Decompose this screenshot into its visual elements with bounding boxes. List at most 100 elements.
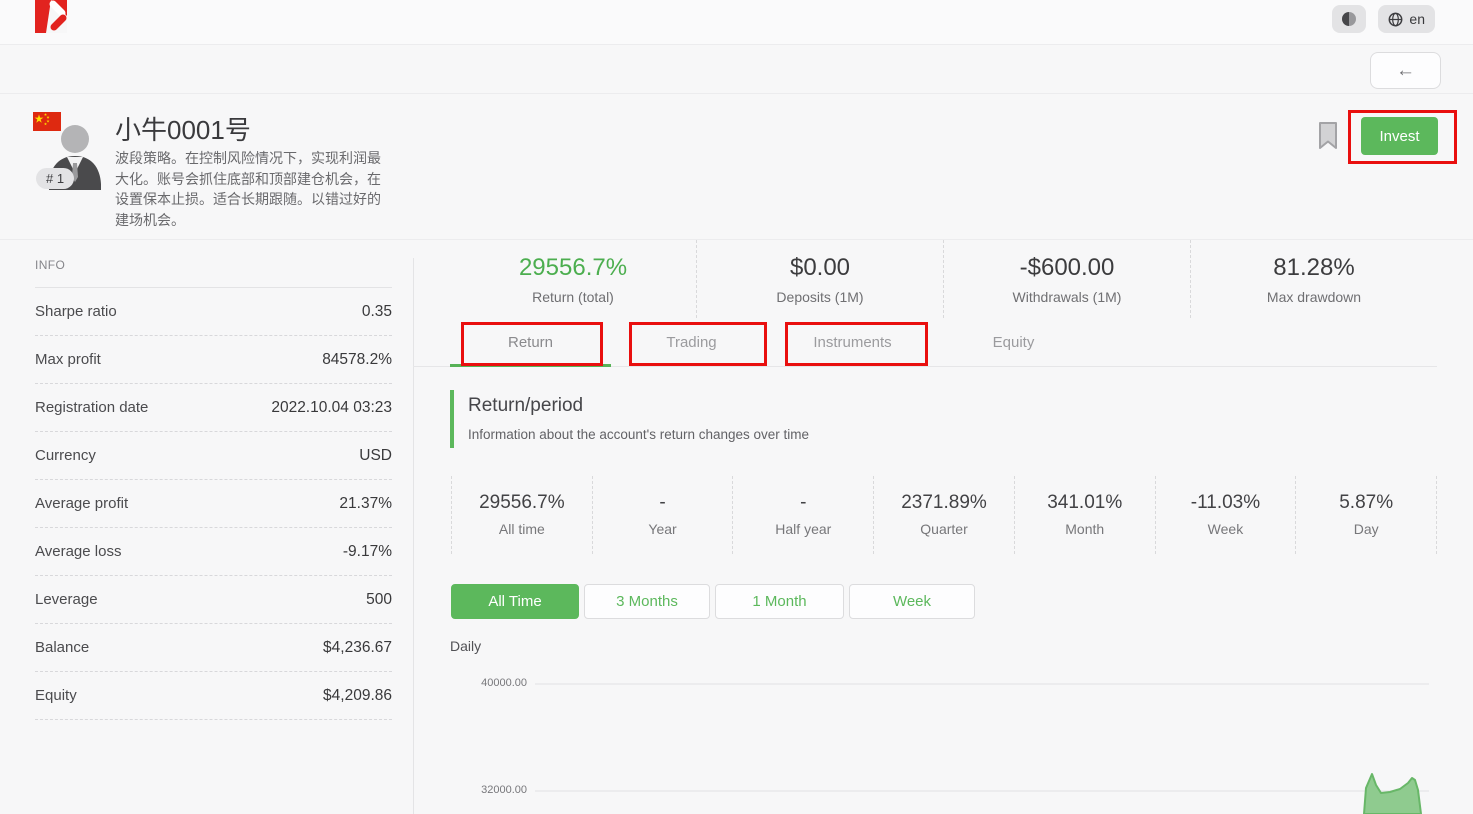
period-value: -	[733, 492, 873, 514]
info-value: 2022.10.04 03:23	[271, 399, 392, 417]
period-year: - Year	[592, 476, 733, 554]
info-label: Balance	[35, 639, 89, 656]
info-label: Max profit	[35, 351, 101, 368]
info-row-sharpe-ratio: Sharpe ratio 0.35	[35, 288, 392, 336]
main-panel: 29556.7% Return (total) $0.00 Deposits (1M…	[413, 240, 1473, 814]
return-area-chart	[430, 655, 1473, 814]
period-label: Year	[593, 521, 733, 537]
active-tab-underline	[450, 364, 611, 367]
info-label: Sharpe ratio	[35, 303, 117, 320]
info-value: USD	[359, 447, 392, 465]
profile-section: # 1 小牛0001号 波段策略。在控制风险情况下，实现利润最大化。账号会抓住底…	[0, 94, 1473, 240]
stat-return-total: 29556.7% Return (total)	[450, 240, 696, 318]
frequency-label: Daily	[450, 638, 481, 654]
stat-value: 29556.7%	[450, 254, 696, 282]
period-value: -	[593, 492, 733, 514]
range-button-all-time[interactable]: All Time	[451, 584, 579, 619]
content-area: INFO Sharpe ratio 0.35 Max profit 84578.2%…	[0, 240, 1473, 814]
contrast-icon	[1342, 12, 1356, 26]
stat-label: Max drawdown	[1191, 289, 1437, 305]
language-label: en	[1409, 11, 1425, 27]
period-day: 5.87% Day	[1295, 476, 1436, 554]
info-row-registration-date: Registration date 2022.10.04 03:23	[35, 384, 392, 432]
stat-value: $0.00	[697, 254, 943, 282]
range-filter: All Time 3 Months 1 Month Week	[451, 584, 975, 619]
info-value: $4,236.67	[323, 639, 392, 657]
stat-label: Deposits (1M)	[697, 289, 943, 305]
period-half-year: - Half year	[732, 476, 873, 554]
section-subtitle: Information about the account's return c…	[468, 427, 809, 442]
period-value: 5.87%	[1296, 492, 1436, 514]
period-label: Half year	[733, 521, 873, 537]
invest-button[interactable]: Invest	[1361, 117, 1438, 155]
tab-trading[interactable]: Trading	[611, 318, 772, 367]
info-value: 84578.2%	[322, 351, 392, 369]
period-label: Quarter	[874, 521, 1014, 537]
info-label: Leverage	[35, 591, 98, 608]
period-value: 341.01%	[1015, 492, 1155, 514]
period-label: All time	[452, 521, 592, 537]
summary-stats: 29556.7% Return (total) $0.00 Deposits (1M…	[450, 240, 1437, 318]
info-row-average-profit: Average profit 21.37%	[35, 480, 392, 528]
back-button[interactable]: ←	[1370, 52, 1441, 89]
info-label: Registration date	[35, 399, 148, 416]
period-month: 341.01% Month	[1014, 476, 1155, 554]
stat-deposits: $0.00 Deposits (1M)	[696, 240, 943, 318]
info-label: Currency	[35, 447, 96, 464]
info-row-equity: Equity $4,209.86	[35, 672, 392, 720]
period-value: 2371.89%	[874, 492, 1014, 514]
info-row-average-loss: Average loss -9.17%	[35, 528, 392, 576]
stat-value: -$600.00	[944, 254, 1190, 282]
tab-equity[interactable]: Equity	[933, 318, 1094, 367]
toolbar-row: ←	[0, 45, 1473, 94]
info-value: 21.37%	[339, 495, 392, 513]
info-rows: Sharpe ratio 0.35 Max profit 84578.2% Regi…	[35, 287, 392, 720]
account-description: 波段策略。在控制风险情况下，实现利润最大化。账号会抓住底部和顶部建仓机会，在设置…	[115, 148, 381, 230]
period-value: -11.03%	[1156, 492, 1296, 514]
period-label: Month	[1015, 521, 1155, 537]
range-button-week[interactable]: Week	[849, 584, 975, 619]
theme-toggle-button[interactable]	[1332, 5, 1366, 33]
section-title: Return/period	[468, 395, 809, 417]
copyfx-trader-page: en ← # 1 小牛0001号 波段策略。在控制风险情况下，实现利润最大化。	[0, 0, 1473, 814]
stat-label: Return (total)	[450, 289, 696, 305]
info-row-balance: Balance $4,236.67	[35, 624, 392, 672]
area-series-spike	[1364, 774, 1421, 814]
stat-label: Withdrawals (1M)	[944, 289, 1190, 305]
info-value: -9.17%	[343, 543, 392, 561]
top-header: en	[0, 0, 1473, 45]
globe-icon	[1388, 12, 1403, 27]
period-all-time: 29556.7% All time	[451, 476, 592, 554]
brand-logo-icon	[35, 0, 75, 34]
stat-max-drawdown: 81.28% Max drawdown	[1190, 240, 1437, 318]
section-header: Return/period Information about the acco…	[450, 390, 809, 448]
info-label: Average loss	[35, 543, 121, 560]
period-label: Week	[1156, 521, 1296, 537]
bookmark-icon[interactable]	[1318, 122, 1338, 150]
back-arrow-icon: ←	[1396, 60, 1415, 81]
roboforex-logo[interactable]	[35, 0, 75, 34]
info-title: INFO	[35, 258, 392, 272]
info-value: 500	[366, 591, 392, 609]
period-week: -11.03% Week	[1155, 476, 1296, 554]
info-value: $4,209.86	[323, 687, 392, 705]
info-panel: INFO Sharpe ratio 0.35 Max profit 84578.2%…	[35, 258, 392, 720]
range-button-1-month[interactable]: 1 Month	[715, 584, 844, 619]
stat-value: 81.28%	[1191, 254, 1437, 282]
info-row-leverage: Leverage 500	[35, 576, 392, 624]
range-button-3-months[interactable]: 3 Months	[584, 584, 710, 619]
tab-bar: Return Trading Instruments Equity	[413, 318, 1437, 367]
tab-instruments[interactable]: Instruments	[772, 318, 933, 367]
account-name: 小牛0001号	[115, 110, 251, 147]
info-label: Average profit	[35, 495, 128, 512]
tab-return[interactable]: Return	[450, 318, 611, 367]
rank-badge: # 1	[36, 168, 74, 189]
language-button[interactable]: en	[1378, 5, 1435, 33]
info-value: 0.35	[362, 303, 392, 321]
info-label: Equity	[35, 687, 77, 704]
period-label: Day	[1296, 521, 1436, 537]
period-value: 29556.7%	[452, 492, 592, 514]
header-actions: en	[1332, 5, 1435, 33]
period-quarter: 2371.89% Quarter	[873, 476, 1014, 554]
info-row-currency: Currency USD	[35, 432, 392, 480]
